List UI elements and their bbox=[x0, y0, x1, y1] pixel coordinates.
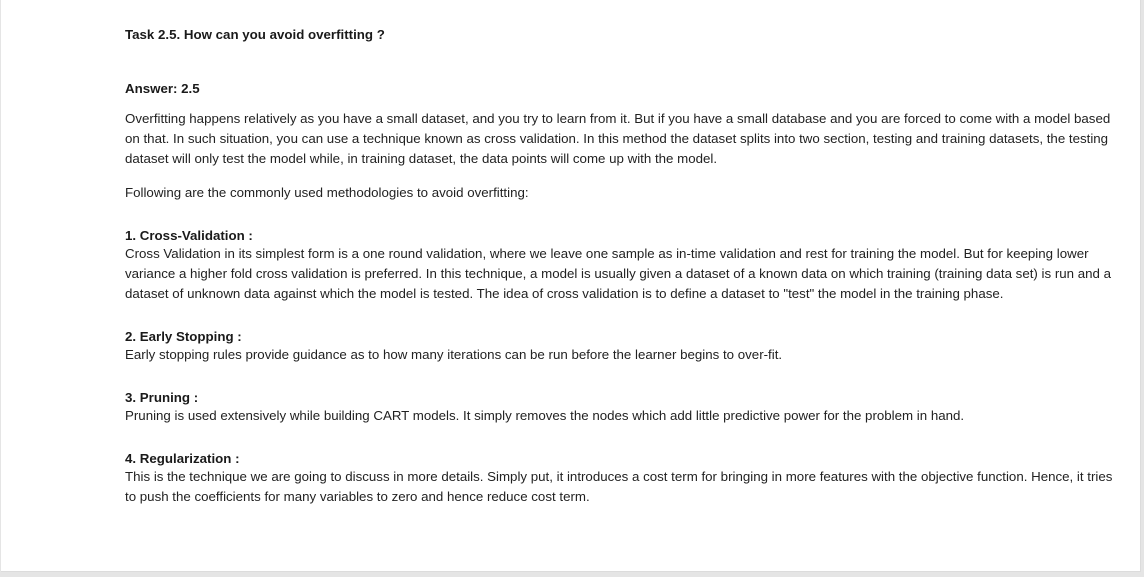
section-early-stopping: 2. Early Stopping : Early stopping rules… bbox=[125, 328, 1115, 365]
section-body: Cross Validation in its simplest form is… bbox=[125, 246, 1112, 301]
section-heading: 4. Regularization : bbox=[125, 451, 240, 466]
section-body: Early stopping rules provide guidance as… bbox=[125, 347, 783, 362]
section-pruning: 3. Pruning : Pruning is used extensively… bbox=[125, 389, 1115, 426]
answer-label: Answer: 2.5 bbox=[125, 81, 200, 96]
section-heading: 2. Early Stopping : bbox=[125, 329, 242, 344]
section-heading: 1. Cross-Validation : bbox=[125, 228, 253, 243]
section-cross-validation: 1. Cross-Validation : Cross Validation i… bbox=[125, 227, 1115, 304]
task-title: Task 2.5. How can you avoid overfitting … bbox=[125, 27, 385, 42]
document-page: Task 2.5. How can you avoid overfitting … bbox=[1, 0, 1141, 572]
section-body: Pruning is used extensively while buildi… bbox=[125, 408, 965, 423]
document-content: Task 2.5. How can you avoid overfitting … bbox=[125, 25, 1115, 507]
section-body: This is the technique we are going to di… bbox=[125, 469, 1113, 504]
section-heading: 3. Pruning : bbox=[125, 390, 199, 405]
intro-paragraph: Overfitting happens relatively as you ha… bbox=[125, 111, 1111, 166]
methods-intro-paragraph: Following are the commonly used methodol… bbox=[125, 185, 529, 200]
section-regularization: 4. Regularization : This is the techniqu… bbox=[125, 450, 1115, 507]
